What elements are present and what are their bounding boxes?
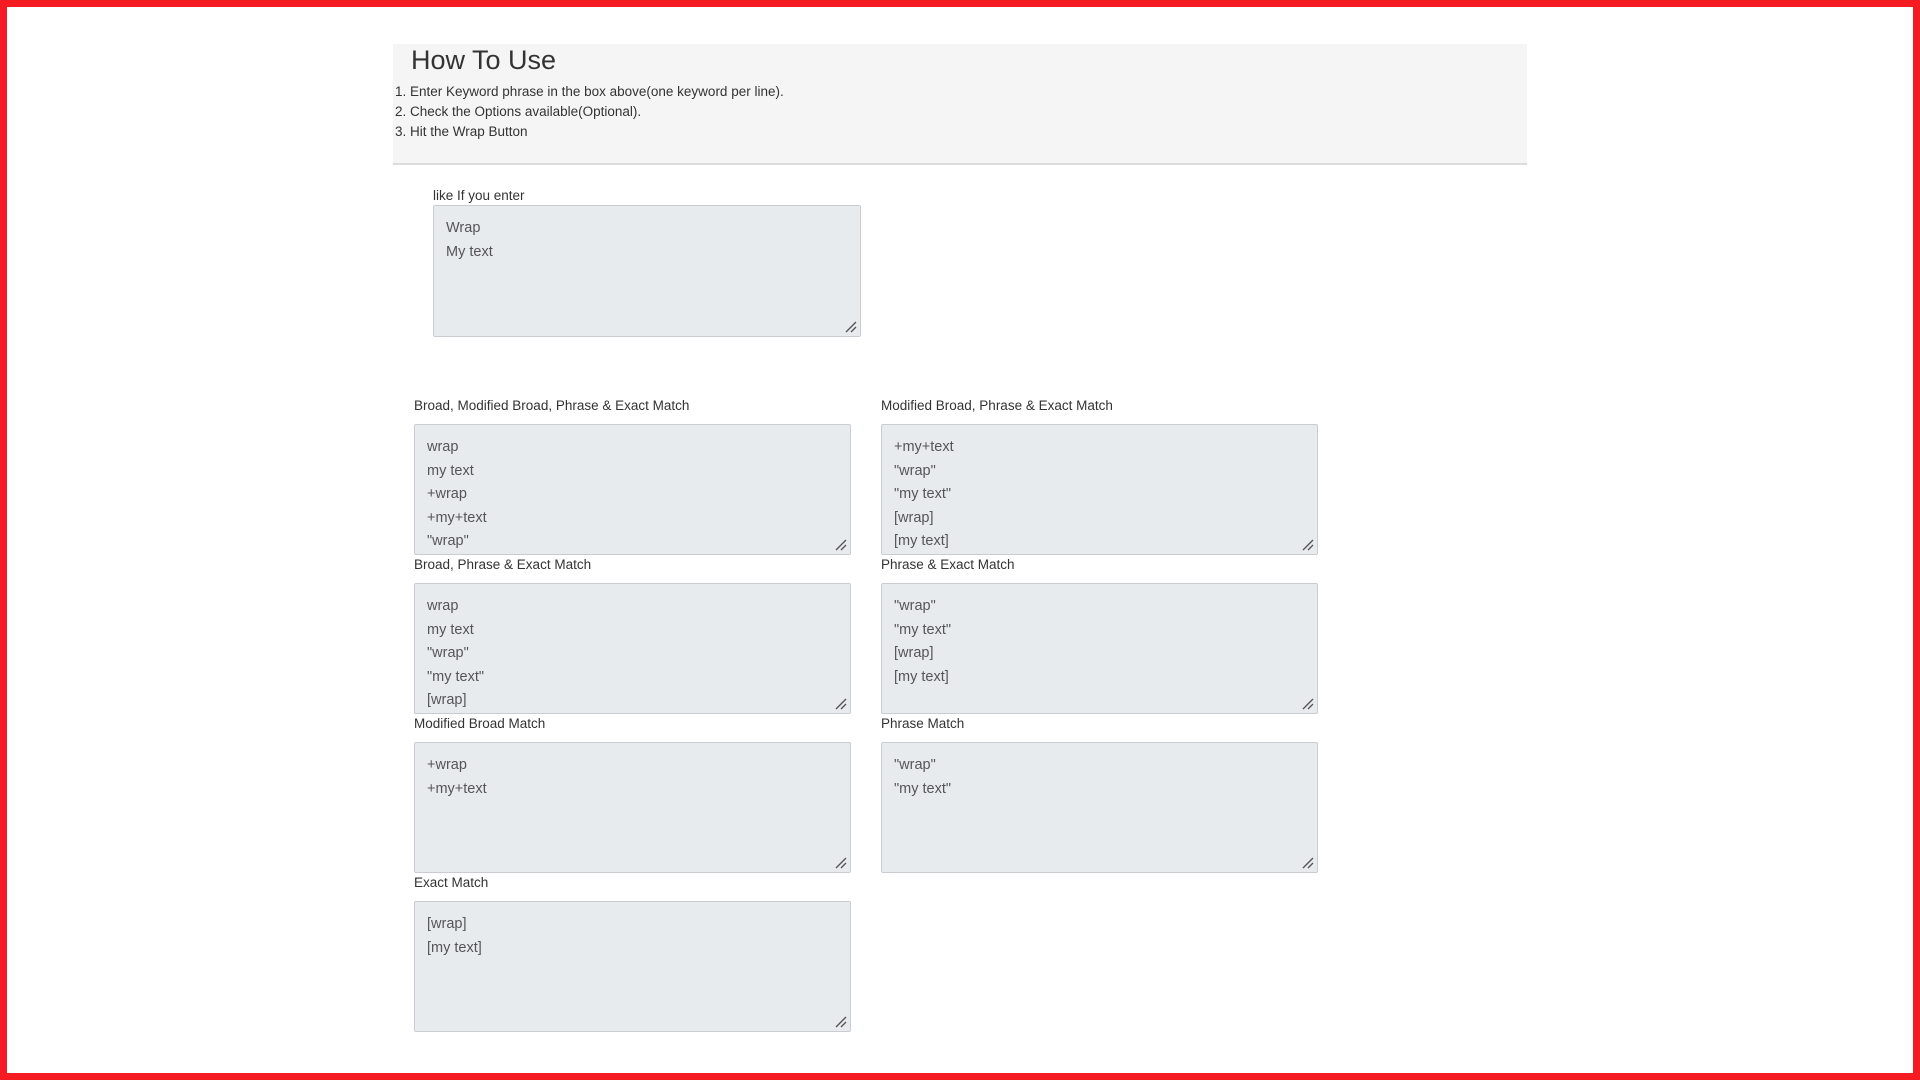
textarea-line: wrap (427, 439, 459, 455)
textarea-line: [wrap] (427, 692, 467, 709)
textarea-line: +my+text (894, 439, 954, 455)
textarea-line: wrap (427, 598, 459, 614)
textarea-line: "my text" (894, 486, 952, 503)
phrase-exact-textarea[interactable]: "wrap" "my text" [wrap] [my text] (881, 583, 1318, 714)
resize-handle-icon[interactable] (833, 537, 847, 551)
textarea-line: My text (446, 243, 493, 260)
resize-handle-icon[interactable] (833, 855, 847, 869)
textarea-line: "my text" (894, 780, 952, 797)
resize-handle-icon[interactable] (1300, 855, 1314, 869)
textarea-line: "wrap" (427, 645, 469, 662)
textarea-line: my text (427, 462, 474, 479)
textarea-line: "my text" (894, 621, 952, 638)
phrase-label: Phrase Match (881, 716, 965, 731)
exact-label: Exact Match (414, 875, 489, 890)
how-to-use-title: How To Use (411, 45, 557, 75)
textarea-line: "my text" (427, 668, 485, 685)
how-to-use-panel: How To Use 1. Enter Keyword phrase in th… (393, 44, 1527, 165)
resize-handle-icon[interactable] (833, 1014, 847, 1028)
textarea-line: "wrap" (894, 462, 936, 479)
textarea-line: [wrap] (427, 916, 467, 932)
textarea-line: [my text] (427, 939, 482, 956)
textarea-line: "wrap" (427, 533, 469, 550)
textarea-line: [my text] (894, 533, 949, 550)
phrase-exact-label: Phrase & Exact Match (881, 557, 1015, 572)
textarea-line: [wrap] (894, 645, 934, 662)
textarea-line: [my text] (894, 668, 949, 685)
broad-phrase-exact-label: Broad, Phrase & Exact Match (414, 557, 592, 572)
textarea-line: +my+text (427, 509, 487, 526)
modified-broad-textarea[interactable]: +wrap +my+text (414, 742, 851, 873)
resize-handle-icon[interactable] (843, 319, 857, 333)
resize-handle-icon[interactable] (1300, 696, 1314, 710)
step-3: 3. Hit the Wrap Button (395, 124, 528, 139)
textarea-line: "wrap" (894, 757, 936, 773)
modified-broad-label: Modified Broad Match (414, 716, 546, 731)
broad-modified-phrase-exact-label: Broad, Modified Broad, Phrase & Exact Ma… (414, 398, 690, 413)
modified-phrase-exact-textarea[interactable]: +my+text "wrap" "my text" [wrap] [my tex… (881, 424, 1318, 555)
textarea-line: +wrap (427, 757, 467, 773)
textarea-line: +wrap (427, 486, 467, 503)
phrase-textarea[interactable]: "wrap" "my text" (881, 742, 1318, 873)
example-input-label: like If you enter (433, 188, 525, 203)
textarea-line: Wrap (446, 220, 481, 236)
textarea-line: "wrap" (894, 598, 936, 614)
step-2: 2. Check the Options available(Optional)… (395, 104, 642, 119)
example-input-textarea[interactable]: Wrap My text (433, 205, 861, 337)
how-to-steps: 1. Enter Keyword phrase in the box above… (395, 82, 784, 142)
broad-phrase-exact-textarea[interactable]: wrap my text "wrap" "my text" [wrap] (414, 583, 851, 714)
textarea-line: +my+text (427, 780, 487, 797)
exact-textarea[interactable]: [wrap] [my text] (414, 901, 851, 1032)
resize-handle-icon[interactable] (833, 696, 847, 710)
textarea-line: my text (427, 621, 474, 638)
modified-phrase-exact-label: Modified Broad, Phrase & Exact Match (881, 398, 1113, 413)
broad-modified-phrase-exact-textarea[interactable]: wrap my text +wrap +my+text "wrap" (414, 424, 851, 555)
textarea-line: [wrap] (894, 509, 934, 526)
step-1: 1. Enter Keyword phrase in the box above… (395, 84, 784, 99)
resize-handle-icon[interactable] (1300, 537, 1314, 551)
